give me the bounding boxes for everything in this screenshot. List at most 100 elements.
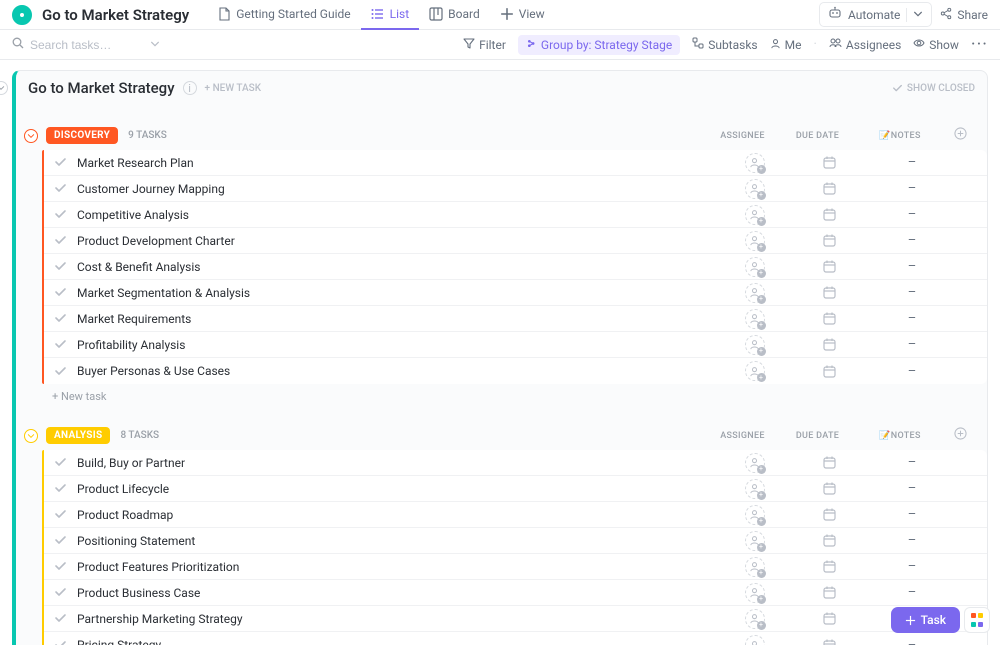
workspace-logo[interactable]: [12, 5, 32, 25]
complete-checkbox[interactable]: [54, 456, 67, 469]
due-date-cell[interactable]: [792, 233, 867, 248]
chevron-down-icon[interactable]: [150, 38, 160, 52]
notes-cell[interactable]: –: [867, 207, 957, 222]
assignee-cell[interactable]: +: [717, 205, 792, 225]
assignee-cell[interactable]: +: [717, 231, 792, 251]
me-button[interactable]: Me: [770, 38, 802, 52]
stage-badge[interactable]: DISCOVERY: [46, 127, 118, 144]
notes-cell[interactable]: –: [867, 481, 957, 496]
task-row[interactable]: Competitive Analysis + –: [44, 202, 987, 228]
due-date-cell[interactable]: [792, 638, 867, 645]
tab-add-view[interactable]: View: [490, 0, 555, 30]
task-row[interactable]: Product Lifecycle + –: [44, 476, 987, 502]
assignee-cell[interactable]: +: [717, 309, 792, 329]
notes-cell[interactable]: –: [867, 337, 957, 352]
task-row[interactable]: Build, Buy or Partner + –: [44, 450, 987, 476]
assignee-cell[interactable]: +: [717, 557, 792, 577]
complete-checkbox[interactable]: [54, 482, 67, 495]
stage-badge[interactable]: ANALYSIS: [46, 427, 110, 444]
assignee-cell[interactable]: +: [717, 635, 792, 645]
due-date-cell[interactable]: [792, 285, 867, 300]
due-date-cell[interactable]: [792, 533, 867, 548]
task-row[interactable]: Cost & Benefit Analysis + –: [44, 254, 987, 280]
search-input[interactable]: [30, 38, 140, 52]
task-row[interactable]: Market Segmentation & Analysis + –: [44, 280, 987, 306]
assignee-cell[interactable]: +: [717, 153, 792, 173]
complete-checkbox[interactable]: [54, 312, 67, 325]
share-button[interactable]: Share: [940, 7, 988, 23]
complete-checkbox[interactable]: [54, 260, 67, 273]
due-date-cell[interactable]: [792, 611, 867, 626]
collapse-stage-toggle[interactable]: [24, 429, 38, 443]
show-button[interactable]: Show: [913, 37, 959, 52]
notes-cell[interactable]: –: [867, 181, 957, 196]
due-date-cell[interactable]: [792, 259, 867, 274]
collapse-main-toggle[interactable]: [0, 81, 8, 95]
notes-cell[interactable]: –: [867, 259, 957, 274]
groupby-button[interactable]: Group by: Strategy Stage: [518, 35, 680, 55]
notes-cell[interactable]: –: [867, 507, 957, 522]
automate-button[interactable]: Automate: [819, 2, 932, 27]
notes-cell[interactable]: –: [867, 285, 957, 300]
fab-new-task[interactable]: Task: [891, 607, 960, 633]
new-task-row[interactable]: + New task: [24, 384, 987, 405]
task-row[interactable]: Product Business Case + –: [44, 580, 987, 606]
complete-checkbox[interactable]: [54, 208, 67, 221]
complete-checkbox[interactable]: [54, 338, 67, 351]
assignees-button[interactable]: Assignees: [829, 37, 901, 52]
fab-apps[interactable]: [964, 607, 990, 633]
assignee-cell[interactable]: +: [717, 453, 792, 473]
complete-checkbox[interactable]: [54, 586, 67, 599]
subtasks-button[interactable]: Subtasks: [692, 37, 757, 52]
notes-cell[interactable]: –: [867, 364, 957, 379]
task-row[interactable]: Market Research Plan + –: [44, 150, 987, 176]
search-box[interactable]: [12, 37, 160, 52]
due-date-cell[interactable]: [792, 585, 867, 600]
complete-checkbox[interactable]: [54, 639, 67, 645]
task-row[interactable]: Product Development Charter + –: [44, 228, 987, 254]
assignee-cell[interactable]: +: [717, 257, 792, 277]
tab-board[interactable]: Board: [419, 0, 490, 30]
notes-cell[interactable]: –: [867, 455, 957, 470]
complete-checkbox[interactable]: [54, 182, 67, 195]
complete-checkbox[interactable]: [54, 156, 67, 169]
collapse-stage-toggle[interactable]: [24, 129, 38, 143]
tab-list[interactable]: List: [361, 0, 420, 30]
assignee-cell[interactable]: +: [717, 479, 792, 499]
due-date-cell[interactable]: [792, 559, 867, 574]
assignee-cell[interactable]: +: [717, 609, 792, 629]
due-date-cell[interactable]: [792, 481, 867, 496]
task-row[interactable]: Product Features Prioritization + –: [44, 554, 987, 580]
task-row[interactable]: Partnership Marketing Strategy + –: [44, 606, 987, 632]
due-date-cell[interactable]: [792, 311, 867, 326]
notes-cell[interactable]: –: [867, 233, 957, 248]
notes-cell[interactable]: –: [867, 311, 957, 326]
due-date-cell[interactable]: [792, 364, 867, 379]
notes-cell[interactable]: –: [867, 638, 957, 645]
due-date-cell[interactable]: [792, 207, 867, 222]
assignee-cell[interactable]: +: [717, 361, 792, 381]
filter-button[interactable]: Filter: [463, 37, 506, 52]
due-date-cell[interactable]: [792, 507, 867, 522]
complete-checkbox[interactable]: [54, 365, 67, 378]
complete-checkbox[interactable]: [54, 560, 67, 573]
assignee-cell[interactable]: +: [717, 283, 792, 303]
due-date-cell[interactable]: [792, 455, 867, 470]
task-row[interactable]: Product Roadmap + –: [44, 502, 987, 528]
assignee-cell[interactable]: +: [717, 179, 792, 199]
task-row[interactable]: Profitability Analysis + –: [44, 332, 987, 358]
complete-checkbox[interactable]: [54, 286, 67, 299]
add-column-button[interactable]: [945, 427, 975, 444]
notes-cell[interactable]: –: [867, 533, 957, 548]
task-row[interactable]: Market Requirements + –: [44, 306, 987, 332]
show-closed-button[interactable]: SHOW CLOSED: [892, 83, 975, 94]
assignee-cell[interactable]: +: [717, 531, 792, 551]
new-task-header-button[interactable]: + NEW TASK: [205, 83, 261, 94]
notes-cell[interactable]: –: [867, 585, 957, 600]
info-icon[interactable]: i: [183, 81, 197, 95]
add-column-button[interactable]: [945, 127, 975, 144]
assignee-cell[interactable]: +: [717, 335, 792, 355]
complete-checkbox[interactable]: [54, 534, 67, 547]
complete-checkbox[interactable]: [54, 612, 67, 625]
due-date-cell[interactable]: [792, 337, 867, 352]
